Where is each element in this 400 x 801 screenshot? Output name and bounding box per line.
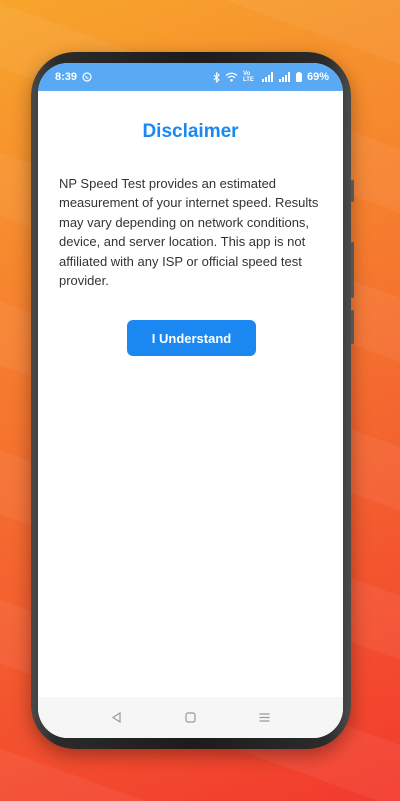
i-understand-button[interactable]: I Understand — [127, 320, 256, 356]
side-button — [351, 310, 354, 344]
battery-level: 69% — [306, 71, 329, 83]
bluetooth-icon — [213, 71, 220, 83]
dialog-message: NP Speed Test provides an estimated meas… — [59, 176, 319, 289]
status-bar: 8:39 Vo LTE 69% — [38, 63, 343, 91]
recents-icon[interactable] — [257, 711, 271, 725]
dialog-title: Disclaimer — [142, 121, 239, 142]
phone-screen: 8:39 Vo LTE 69% Disclaimer NP Speed Test… — [38, 63, 343, 738]
signal-icon — [261, 72, 274, 82]
back-icon[interactable] — [110, 711, 124, 725]
battery-icon — [295, 72, 302, 82]
whatsapp-icon — [82, 72, 92, 82]
wifi-icon — [225, 72, 238, 82]
signal-icon — [278, 72, 291, 82]
status-time: 8:39 — [55, 71, 78, 83]
power-button — [351, 242, 354, 298]
disclaimer-dialog: Disclaimer NP Speed Test provides an est… — [38, 91, 343, 697]
navigation-bar — [38, 697, 343, 738]
volume-button — [351, 180, 354, 202]
home-icon[interactable] — [183, 711, 197, 725]
network-label: Vo LTE — [242, 71, 254, 83]
